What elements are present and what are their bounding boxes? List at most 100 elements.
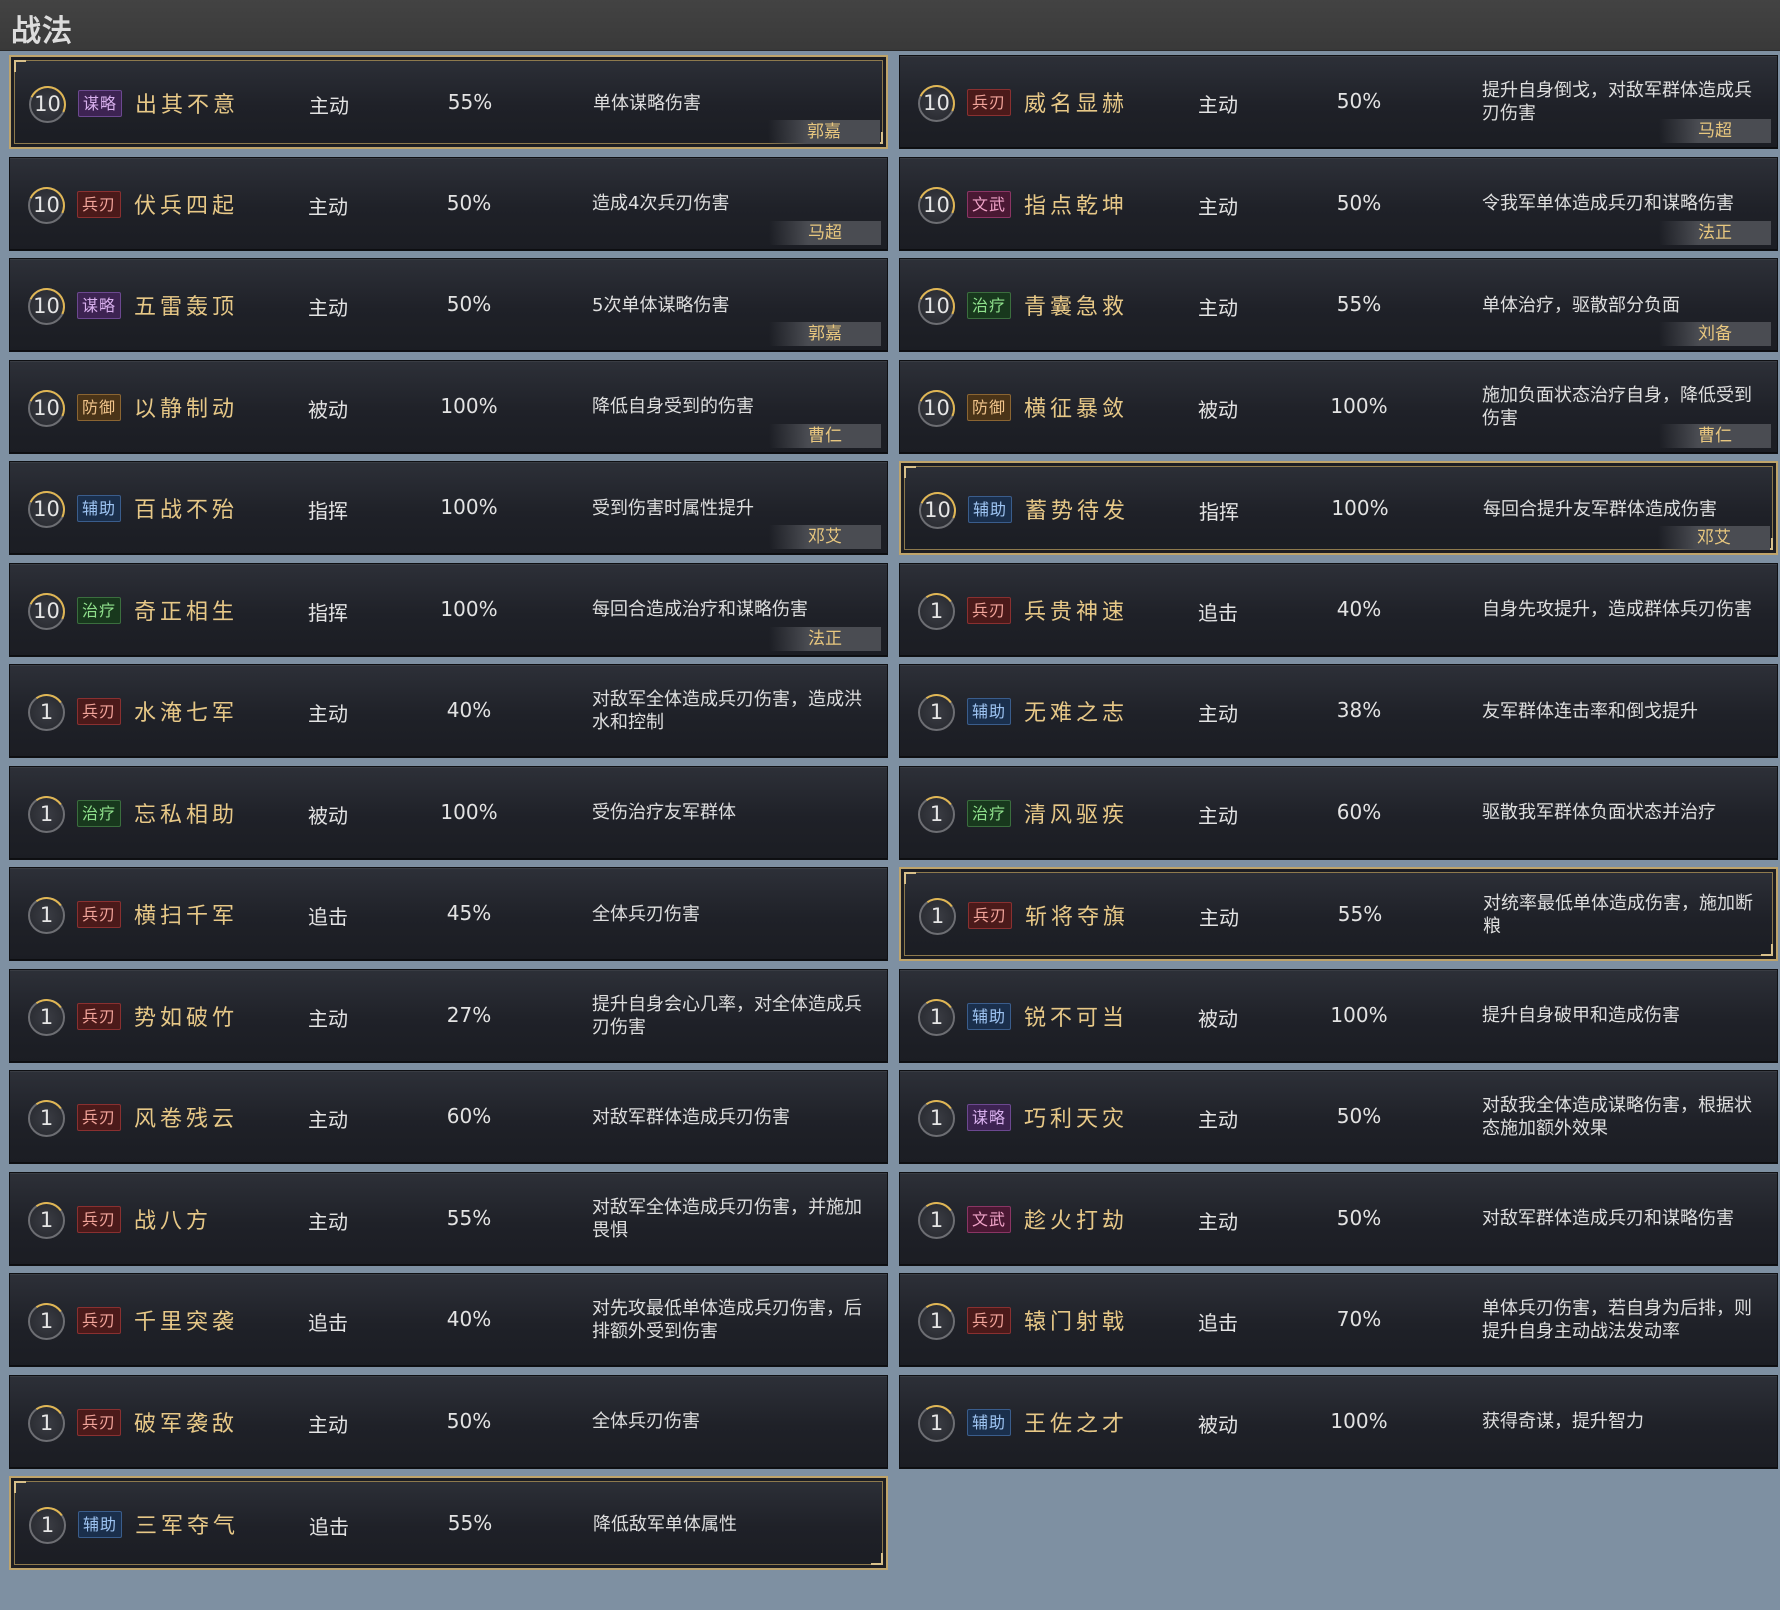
tactics-list-left: 10 谋略 出其不意 主动 55% 单体谋略伤害 郭嘉 10 兵刃 伏兵四起 主… [9, 55, 888, 1578]
trigger-rate: 27% [446, 1002, 492, 1027]
tactic-description: 对敌我全体造成谋略伤害，根据状态施加额外效果 [1482, 1095, 1752, 1139]
tactic-name: 百战不殆 [134, 498, 239, 523]
category-tag: 兵刃 [77, 1307, 122, 1334]
category-tag: 谋略 [77, 292, 122, 319]
level-badge: 1 [25, 1401, 68, 1445]
tactic-card[interactable]: 1 兵刃 横扫千军 追击 45% 全体兵刃伤害 [9, 867, 888, 961]
tactic-card[interactable]: 1 兵刃 势如破竹 主动 27% 提升自身会心几率，对全体造成兵刃伤害 [9, 968, 888, 1063]
tactic-card[interactable]: 1 兵刃 辕门射戟 追击 70% 单体兵刃伤害，若自身为后排，则提升自身主动战法… [899, 1273, 1778, 1367]
trigger-rate: 70% [1336, 1307, 1382, 1331]
level-badge: 10 [22, 587, 71, 635]
owner-general: 法正 [1659, 220, 1771, 245]
tactic-card[interactable]: 10 文武 指点乾坤 主动 50% 令我军单体造成兵刃和谋略伤害 法正 [899, 156, 1778, 251]
tactic-name: 巧利天灾 [1024, 1107, 1129, 1132]
level-badge: 10 [912, 181, 961, 229]
trigger-rate: 50% [446, 190, 492, 215]
tactic-name: 清风驱疾 [1024, 802, 1129, 828]
level-badge: 10 [23, 80, 72, 129]
frame-corner [14, 60, 26, 72]
owner-general: 曹仁 [1659, 423, 1771, 448]
level-badge: 1 [915, 691, 958, 734]
tactic-card[interactable]: 1 辅助 三军夺气 追击 55% 降低敌军单体属性 [9, 1476, 888, 1570]
tactic-card[interactable]: 10 谋略 出其不意 主动 55% 单体谋略伤害 郭嘉 [9, 55, 888, 149]
level-badge: 1 [25, 995, 68, 1039]
tactic-name: 战八方 [134, 1208, 213, 1234]
tactic-card[interactable]: 10 治疗 奇正相生 指挥 100% 每回合造成治疗和谋略伤害 法正 [9, 562, 888, 657]
trigger-rate: 55% [1337, 902, 1383, 926]
tactic-name: 斩将夺旗 [1025, 905, 1130, 930]
owner-general: 刘备 [1659, 322, 1771, 346]
tactic-description: 降低敌军单体属性 [593, 1513, 737, 1535]
trigger-rate: 50% [1336, 190, 1382, 215]
trigger-rate: 100% [440, 495, 498, 519]
category-tag: 兵刃 [77, 901, 122, 928]
trigger-rate: 40% [446, 1307, 492, 1331]
tactic-name: 以静制动 [134, 396, 239, 422]
trigger-rate: 38% [1336, 698, 1382, 722]
tactic-name: 奇正相生 [134, 599, 239, 625]
tactic-card[interactable]: 1 兵刃 兵贵神速 追击 40% 自身先攻提升，造成群体兵刃伤害 [899, 562, 1778, 657]
tactic-name: 出其不意 [135, 93, 240, 118]
tactic-card[interactable]: 10 辅助 百战不殆 指挥 100% 受到伤害时属性提升 邓艾 [9, 461, 888, 555]
tactic-card[interactable]: 1 兵刃 战八方 主动 55% 对敌军全体造成兵刃伤害，并施加畏惧 [9, 1171, 888, 1266]
tactic-card[interactable]: 10 谋略 五雷轰顶 主动 50% 5次单体谋略伤害 郭嘉 [9, 258, 888, 352]
level-badge: 10 [22, 181, 71, 229]
tactic-name: 兵贵神速 [1024, 599, 1129, 625]
category-tag: 治疗 [77, 799, 122, 827]
tactic-card[interactable]: 10 防御 横征暴敛 被动 100% 施加负面状态治疗自身，降低受到伤害 曹仁 [899, 359, 1778, 454]
level-badge: 10 [913, 486, 962, 535]
category-tag: 兵刃 [967, 89, 1012, 116]
tactic-card[interactable]: 1 兵刃 破军袭敌 主动 50% 全体兵刃伤害 [9, 1374, 888, 1469]
tactic-card[interactable]: 1 辅助 无难之志 主动 38% 友军群体连击率和倒戈提升 [899, 664, 1778, 758]
tactic-card[interactable]: 1 兵刃 水淹七军 主动 40% 对敌军全体造成兵刃伤害，造成洪水和控制 [9, 664, 888, 758]
tactic-card[interactable]: 10 辅助 蓄势待发 指挥 100% 每回合提升友军群体造成伤害 邓艾 [899, 461, 1778, 555]
tactic-card[interactable]: 10 兵刃 威名显赫 主动 50% 提升自身倒戈，对敌军群体造成兵刃伤害 马超 [899, 55, 1778, 149]
frame-corner [14, 1481, 26, 1493]
tactic-card[interactable]: 1 兵刃 风卷残云 主动 60% 对敌军群体造成兵刃伤害 [9, 1070, 888, 1164]
tactic-description: 提升自身会心几率，对全体造成兵刃伤害 [592, 993, 862, 1038]
category-tag: 文武 [967, 190, 1012, 218]
tactic-card[interactable]: 1 治疗 忘私相助 被动 100% 受伤治疗友军群体 [9, 765, 888, 860]
tactic-name: 忘私相助 [134, 802, 239, 828]
tactics-list-right: 10 兵刃 威名显赫 主动 50% 提升自身倒戈，对敌军群体造成兵刃伤害 马超 … [899, 55, 1778, 1476]
category-tag: 治疗 [967, 799, 1012, 827]
owner-general: 马超 [1659, 119, 1771, 143]
tactic-name: 千里突袭 [134, 1310, 239, 1335]
level-badge: 10 [912, 79, 961, 128]
level-badge: 1 [915, 1300, 958, 1343]
tactic-card[interactable]: 1 兵刃 千里突袭 追击 40% 对先攻最低单体造成兵刃伤害，后排额外受到伤害 [9, 1273, 888, 1367]
tactic-name: 横征暴敛 [1024, 396, 1129, 422]
tactic-name: 五雷轰顶 [134, 295, 239, 320]
tactic-card[interactable]: 10 防御 以静制动 被动 100% 降低自身受到的伤害 曹仁 [9, 359, 888, 454]
tactic-description: 单体兵刃伤害，若自身为后排，则提升自身主动战法发动率 [1482, 1298, 1752, 1342]
tactic-name: 无难之志 [1024, 701, 1129, 726]
category-tag: 辅助 [967, 1002, 1012, 1030]
tactic-card[interactable]: 1 兵刃 斩将夺旗 主动 55% 对统率最低单体造成伤害，施加断粮 [899, 867, 1778, 961]
tactic-card[interactable]: 1 辅助 王佐之才 被动 100% 获得奇谋，提升智力 [899, 1374, 1778, 1469]
trigger-rate: 100% [1330, 393, 1388, 418]
category-tag: 辅助 [77, 495, 122, 522]
tactic-card[interactable]: 10 兵刃 伏兵四起 主动 50% 造成4次兵刃伤害 马超 [9, 156, 888, 251]
tactic-name: 势如破竹 [134, 1005, 239, 1031]
tactic-card[interactable]: 1 辅助 锐不可当 被动 100% 提升自身破甲和造成伤害 [899, 968, 1778, 1063]
tactic-description: 提升自身破甲和造成伤害 [1482, 1005, 1680, 1026]
tactic-card[interactable]: 1 文武 趁火打劫 主动 50% 对敌军群体造成兵刃和谋略伤害 [899, 1171, 1778, 1266]
category-tag: 辅助 [967, 698, 1012, 725]
tactic-description: 获得奇谋，提升智力 [1482, 1411, 1644, 1432]
trigger-rate: 40% [446, 698, 492, 722]
tactic-description: 对敌军群体造成兵刃和谋略伤害 [1482, 1208, 1734, 1229]
tactic-card[interactable]: 1 谋略 巧利天灾 主动 50% 对敌我全体造成谋略伤害，根据状态施加额外效果 [899, 1070, 1778, 1164]
owner-general: 邓艾 [1658, 526, 1770, 550]
level-badge: 1 [915, 1401, 958, 1445]
tactic-name: 趁火打劫 [1024, 1208, 1129, 1234]
frame-corner [1761, 944, 1773, 956]
owner-general: 郭嘉 [769, 322, 881, 346]
tactic-name: 辕门射戟 [1024, 1310, 1129, 1335]
trigger-rate: 45% [446, 901, 492, 925]
tactic-card[interactable]: 1 治疗 清风驱疾 主动 60% 驱散我军群体负面状态并治疗 [899, 765, 1778, 860]
tactic-card[interactable]: 10 治疗 青囊急救 主动 55% 单体治疗，驱散部分负面 刘备 [899, 258, 1778, 352]
category-tag: 兵刃 [77, 1104, 122, 1131]
trigger-rate: 60% [1336, 799, 1382, 824]
level-badge: 1 [25, 1097, 68, 1140]
level-badge: 1 [25, 691, 68, 734]
